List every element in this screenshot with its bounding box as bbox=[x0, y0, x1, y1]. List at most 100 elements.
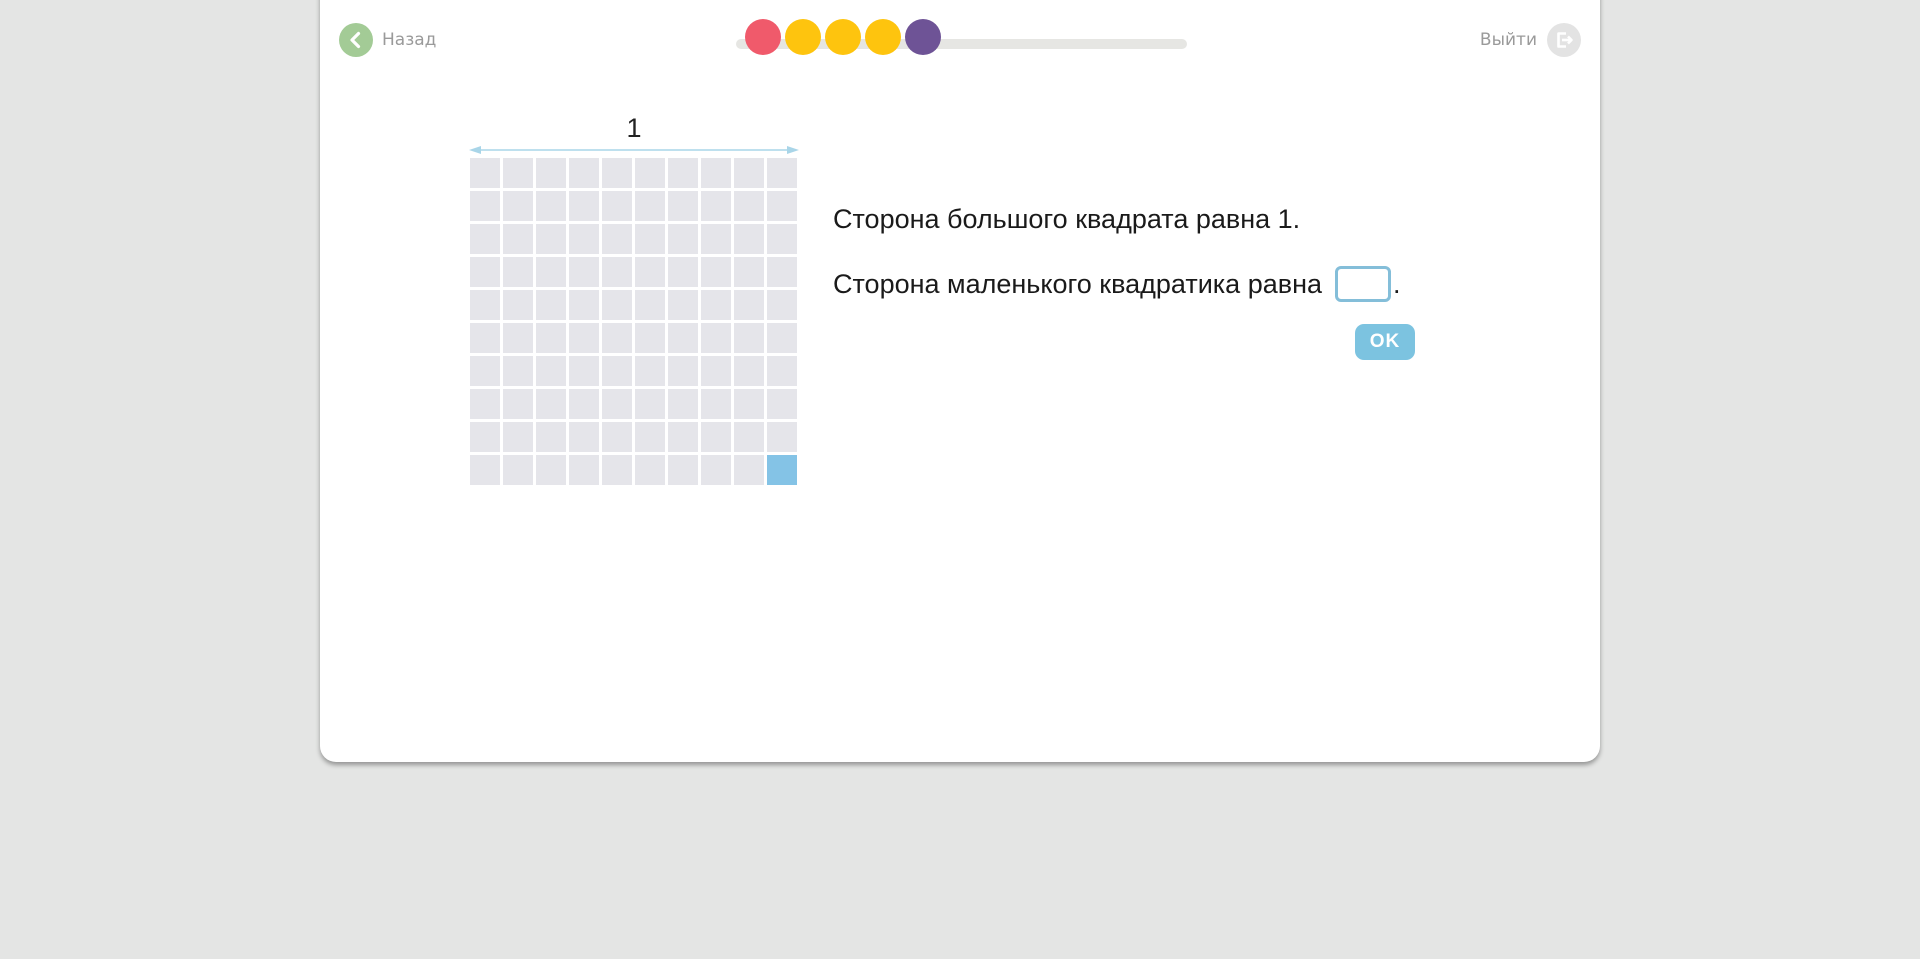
grid-cell bbox=[635, 455, 665, 485]
grid-cell bbox=[635, 257, 665, 287]
grid-cell bbox=[635, 224, 665, 254]
grid-cell bbox=[536, 356, 566, 386]
unit-square-figure: 1 bbox=[469, 113, 799, 485]
progress-step-4-correct bbox=[865, 19, 901, 55]
grid-cell bbox=[470, 191, 500, 221]
grid-cell bbox=[734, 257, 764, 287]
grid-cell bbox=[767, 224, 797, 254]
grid-cell bbox=[503, 158, 533, 188]
grid-cell bbox=[635, 356, 665, 386]
grid-cell bbox=[635, 158, 665, 188]
grid-cell bbox=[668, 323, 698, 353]
grid-cell bbox=[569, 389, 599, 419]
grid-cell bbox=[767, 356, 797, 386]
grid-cell bbox=[734, 389, 764, 419]
grid-cell bbox=[734, 158, 764, 188]
side-length-label: 1 bbox=[626, 113, 642, 143]
grid-cell bbox=[536, 290, 566, 320]
question-text: Сторона маленького квадратика равна bbox=[833, 268, 1323, 299]
grid-cell bbox=[635, 389, 665, 419]
grid-cell bbox=[470, 422, 500, 452]
grid-cell bbox=[569, 323, 599, 353]
grid-cell bbox=[734, 455, 764, 485]
grid-cell bbox=[536, 422, 566, 452]
grid-cell bbox=[536, 389, 566, 419]
square-grid bbox=[470, 158, 797, 485]
grid-cell bbox=[536, 455, 566, 485]
grid-cell bbox=[767, 191, 797, 221]
grid-cell bbox=[701, 290, 731, 320]
grid-cell bbox=[602, 224, 632, 254]
grid-cell bbox=[470, 356, 500, 386]
grid-cell bbox=[536, 323, 566, 353]
progress-bar bbox=[736, 19, 1188, 67]
grid-cell bbox=[602, 290, 632, 320]
grid-cell bbox=[569, 290, 599, 320]
grid-cell bbox=[668, 422, 698, 452]
chevron-left-icon[interactable] bbox=[339, 23, 373, 57]
grid-cell bbox=[536, 257, 566, 287]
exit-button[interactable]: Выйти bbox=[1480, 23, 1581, 57]
grid-cell bbox=[503, 191, 533, 221]
progress-step-5-current bbox=[905, 19, 941, 55]
grid-cell bbox=[569, 257, 599, 287]
ok-button[interactable]: OK bbox=[1355, 324, 1415, 360]
grid-cell bbox=[767, 323, 797, 353]
exit-label[interactable]: Выйти bbox=[1480, 30, 1537, 50]
grid-cell bbox=[602, 158, 632, 188]
grid-cell bbox=[668, 290, 698, 320]
grid-cell bbox=[602, 389, 632, 419]
grid-cell bbox=[668, 224, 698, 254]
grid-cell bbox=[470, 323, 500, 353]
grid-cell bbox=[635, 290, 665, 320]
grid-cell bbox=[536, 191, 566, 221]
grid-cell bbox=[602, 455, 632, 485]
grid-cell bbox=[503, 422, 533, 452]
grid-cell bbox=[602, 422, 632, 452]
grid-cell bbox=[503, 356, 533, 386]
grid-cell bbox=[503, 389, 533, 419]
grid-cell bbox=[701, 191, 731, 221]
grid-cell-highlighted bbox=[767, 455, 797, 485]
grid-cell bbox=[701, 323, 731, 353]
grid-cell bbox=[569, 224, 599, 254]
task-statement: Сторона большого квадрата равна 1. bbox=[833, 204, 1301, 234]
grid-cell bbox=[470, 455, 500, 485]
grid-cell bbox=[569, 455, 599, 485]
grid-cell bbox=[701, 224, 731, 254]
grid-cell bbox=[569, 158, 599, 188]
grid-cell bbox=[701, 422, 731, 452]
grid-cell bbox=[701, 257, 731, 287]
answer-input[interactable] bbox=[1335, 266, 1392, 302]
grid-cell bbox=[569, 191, 599, 221]
grid-cell bbox=[668, 455, 698, 485]
back-button[interactable]: Назад bbox=[339, 23, 436, 57]
grid-cell bbox=[701, 356, 731, 386]
grid-cell bbox=[734, 356, 764, 386]
question-period: . bbox=[1393, 268, 1401, 299]
grid-cell bbox=[503, 455, 533, 485]
grid-cell bbox=[668, 191, 698, 221]
grid-cell bbox=[734, 323, 764, 353]
grid-cell bbox=[470, 224, 500, 254]
grid-cell bbox=[668, 257, 698, 287]
grid-cell bbox=[536, 158, 566, 188]
grid-cell bbox=[470, 389, 500, 419]
grid-cell bbox=[503, 290, 533, 320]
grid-cell bbox=[668, 389, 698, 419]
task-question: Сторона маленького квадратика равна . bbox=[833, 266, 1401, 302]
exit-door-icon[interactable] bbox=[1547, 23, 1581, 57]
grid-cell bbox=[470, 290, 500, 320]
grid-cell bbox=[701, 455, 731, 485]
grid-cell bbox=[701, 389, 731, 419]
grid-cell bbox=[602, 191, 632, 221]
grid-cell bbox=[569, 422, 599, 452]
grid-cell bbox=[602, 356, 632, 386]
grid-cell bbox=[668, 356, 698, 386]
grid-cell bbox=[734, 191, 764, 221]
back-label[interactable]: Назад bbox=[382, 30, 436, 50]
grid-cell bbox=[602, 257, 632, 287]
grid-cell bbox=[734, 290, 764, 320]
progress-step-2-correct bbox=[785, 19, 821, 55]
grid-cell bbox=[470, 158, 500, 188]
